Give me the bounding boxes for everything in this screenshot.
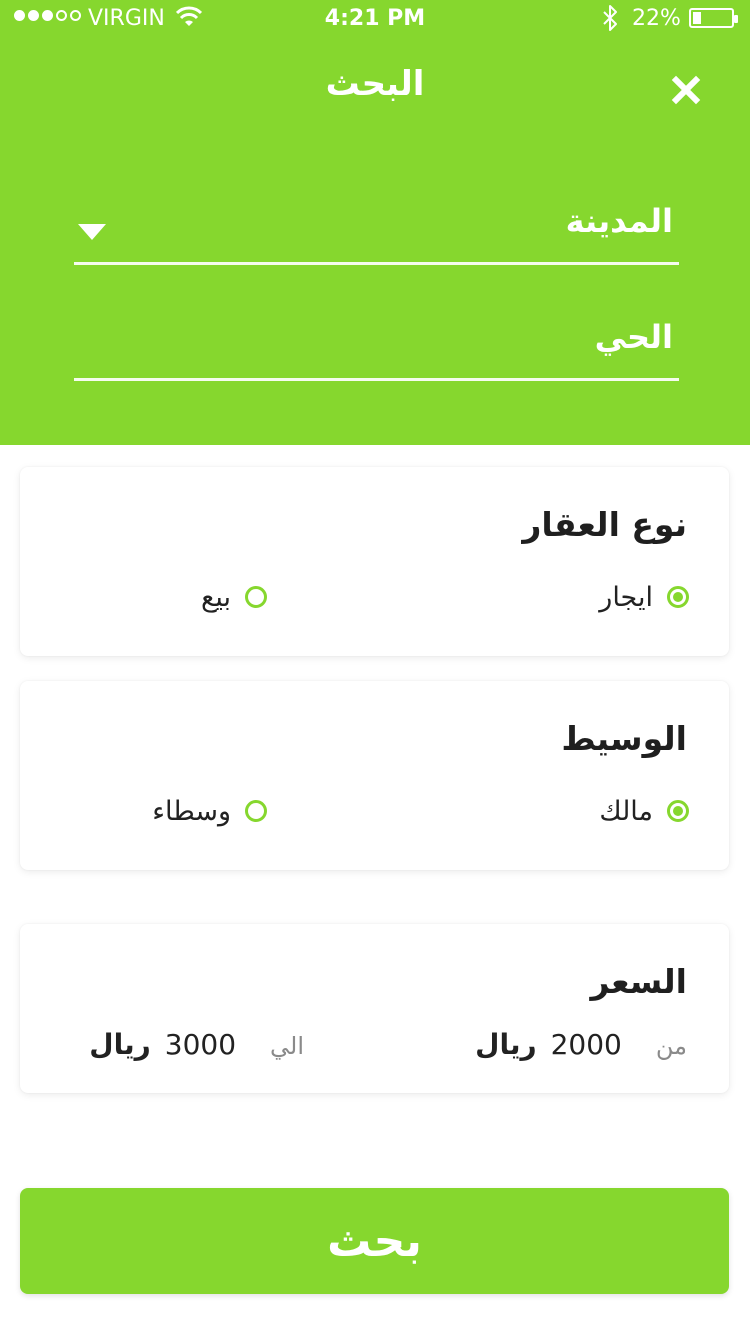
battery-percent: 22% (632, 6, 681, 31)
price-card: السعر من 2000 ريال الي 3000 ريال (20, 924, 729, 1093)
option-label: بيع (200, 581, 231, 613)
price-from-currency: ريال (475, 1028, 537, 1061)
property-type-title: نوع العقار (522, 505, 687, 544)
district-field-label: الحي (594, 318, 673, 356)
price-to-value[interactable]: 3000 (165, 1028, 236, 1061)
radio-unselected-icon[interactable] (245, 800, 267, 822)
city-field-label: المدينة (565, 202, 673, 240)
radio-unselected-icon[interactable] (245, 586, 267, 608)
city-dropdown[interactable]: المدينة (74, 202, 679, 265)
price-to-label: الي (270, 1032, 304, 1060)
option-sale[interactable]: بيع (201, 577, 267, 617)
price-title: السعر (590, 962, 687, 1001)
status-bar: VIRGIN 4:21 PM 22% (0, 0, 750, 40)
broker-title: الوسيط (561, 719, 687, 758)
radio-selected-icon[interactable] (667, 800, 689, 822)
close-icon (671, 75, 701, 105)
close-button[interactable] (660, 64, 712, 116)
option-owner[interactable]: مالك (599, 791, 689, 831)
chevron-down-icon (78, 224, 106, 240)
option-label: مالك (599, 795, 653, 827)
search-button[interactable]: بحث (20, 1188, 729, 1294)
price-to[interactable]: الي 3000 ريال (89, 1028, 304, 1072)
search-header: VIRGIN 4:21 PM 22% البحث المدينة الحي (0, 0, 750, 445)
price-from[interactable]: من 2000 ريال (475, 1028, 687, 1072)
page-title: البحث (325, 64, 425, 104)
option-rent[interactable]: ايجار (599, 577, 689, 617)
property-type-card: نوع العقار ايجار بيع (20, 467, 729, 656)
option-label: ايجار (599, 581, 653, 613)
price-from-value[interactable]: 2000 (551, 1028, 622, 1061)
price-from-label: من (655, 1032, 687, 1060)
broker-card: الوسيط مالك وسطاء (20, 681, 729, 870)
battery-icon (689, 8, 738, 28)
bluetooth-icon (600, 4, 620, 38)
price-to-currency: ريال (89, 1028, 151, 1061)
radio-selected-icon[interactable] (667, 586, 689, 608)
option-brokers[interactable]: وسطاء (152, 791, 267, 831)
district-input[interactable]: الحي (74, 318, 679, 381)
option-label: وسطاء (152, 795, 231, 827)
battery-level-fill (693, 12, 701, 24)
